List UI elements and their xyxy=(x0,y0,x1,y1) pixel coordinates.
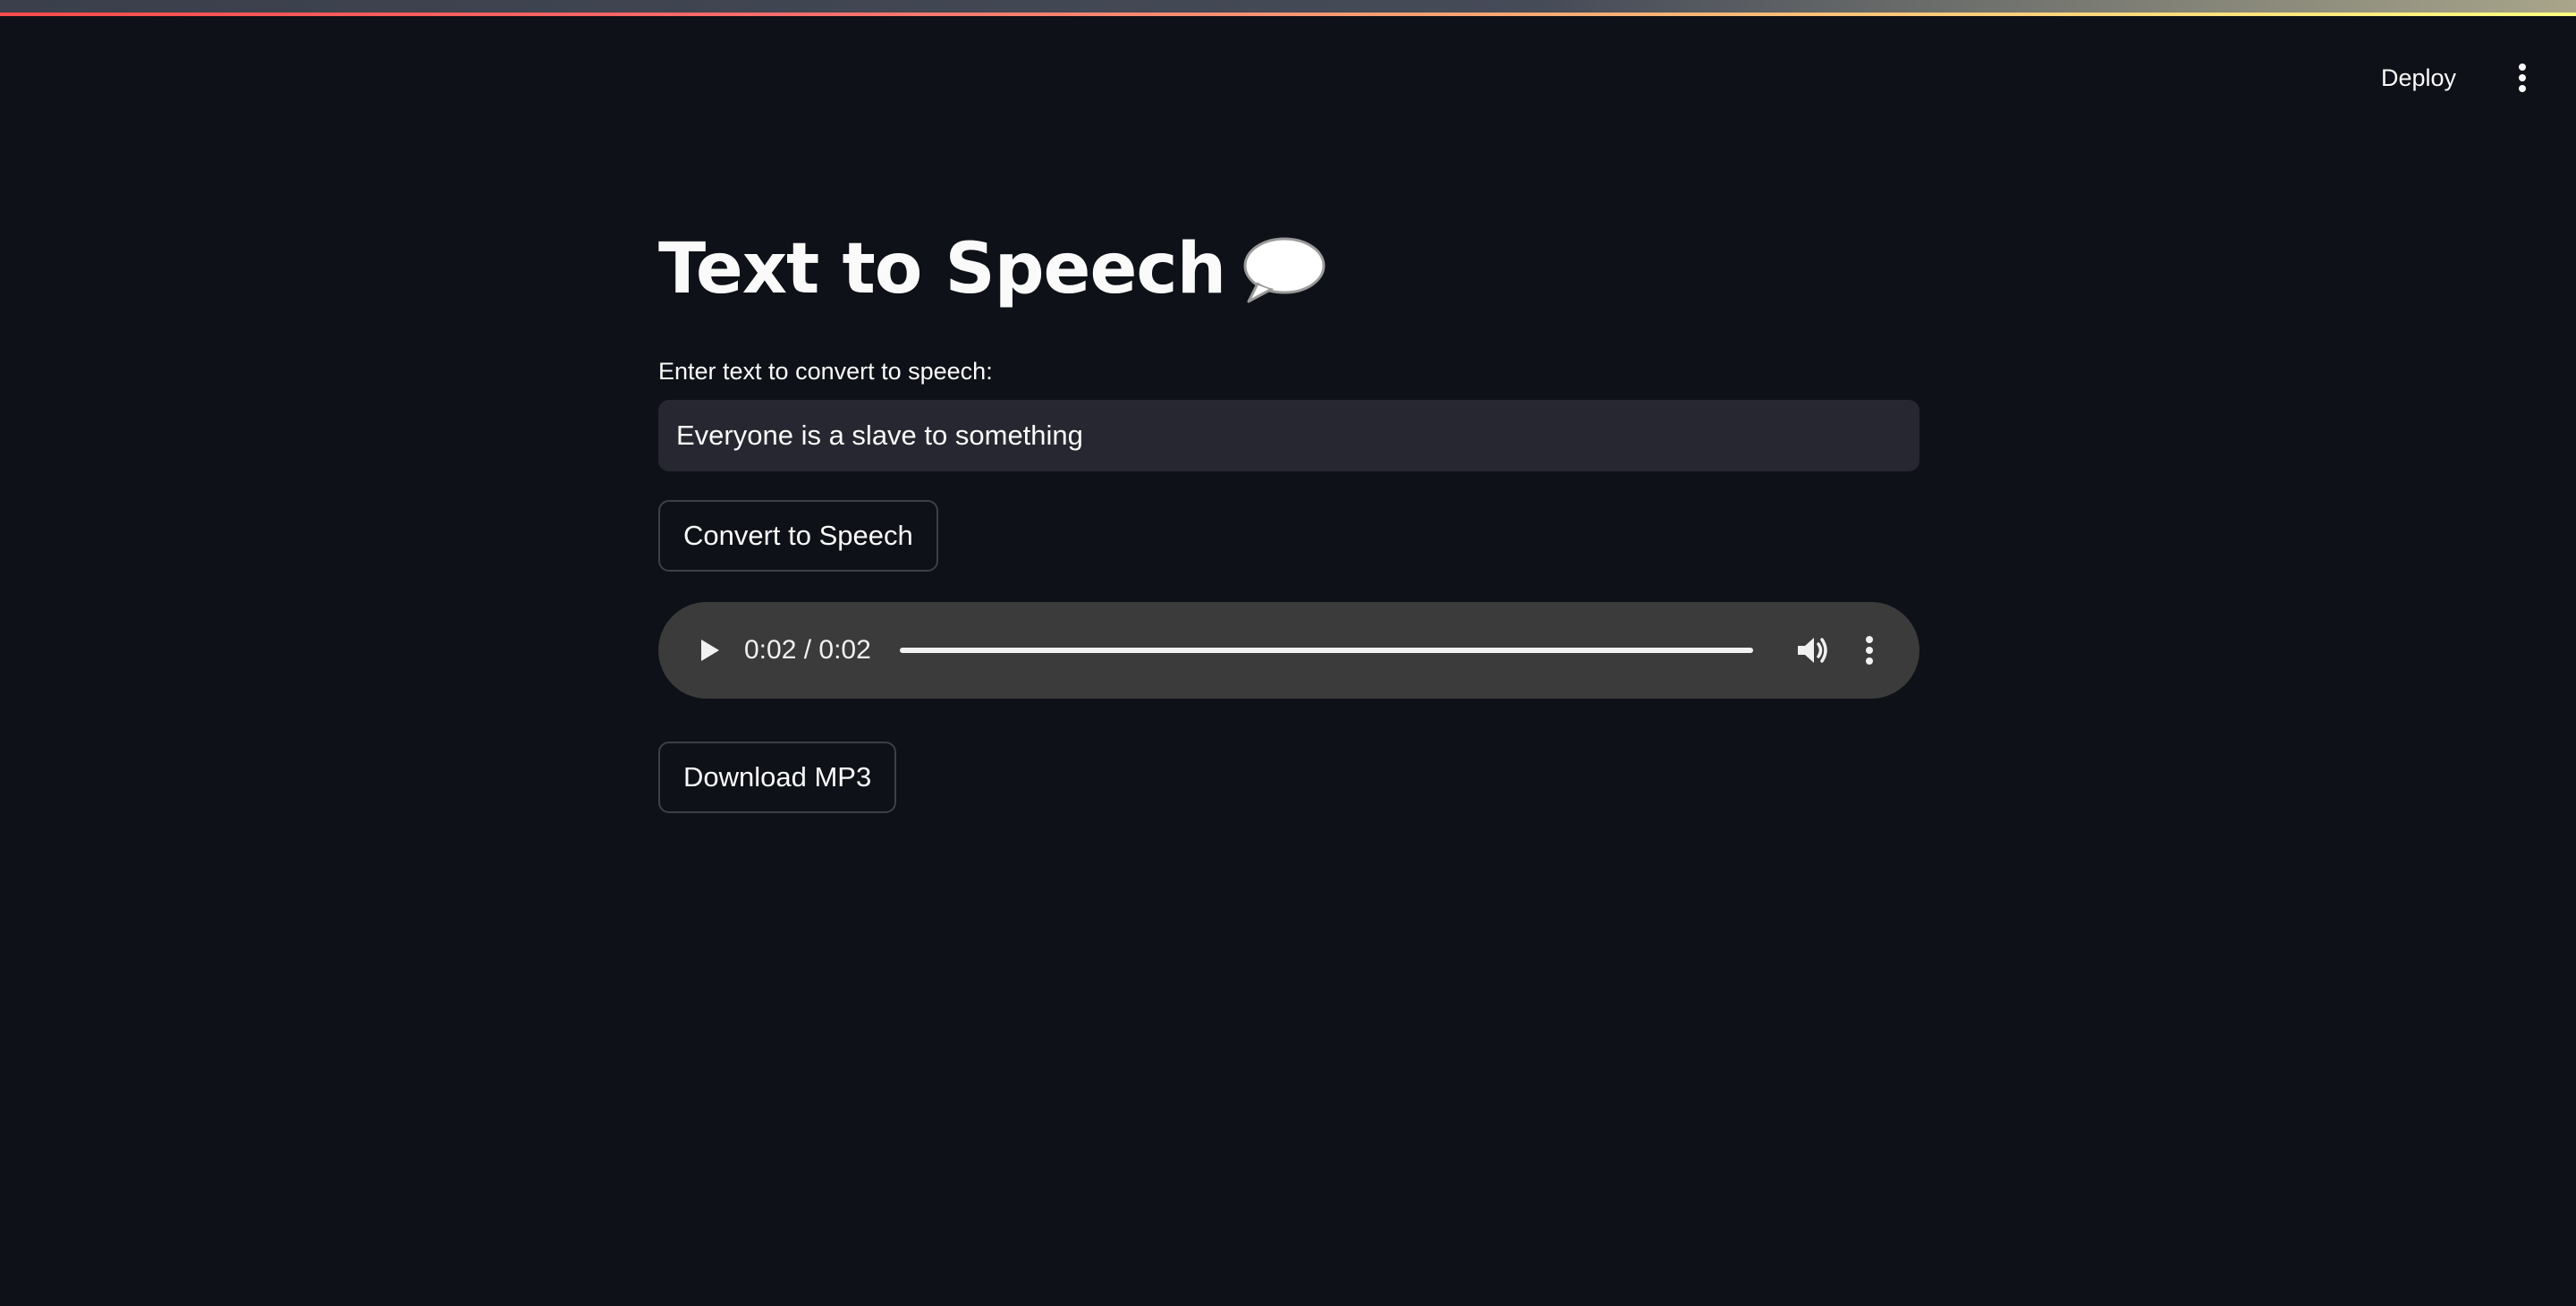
convert-to-speech-button[interactable]: Convert to Speech xyxy=(658,500,938,572)
page-title: Text to Speech xyxy=(658,229,1226,310)
app-toolbar: Deploy xyxy=(2368,54,2540,102)
audio-options-icon[interactable] xyxy=(1852,632,1887,669)
speech-bubble-icon xyxy=(1241,233,1327,305)
text-input-label: Enter text to convert to speech: xyxy=(658,358,993,385)
audio-player: 0:02 / 0:02 xyxy=(658,602,1919,699)
play-icon[interactable] xyxy=(691,632,726,668)
audio-time-display: 0:02 / 0:02 xyxy=(744,635,871,665)
main-menu-icon[interactable] xyxy=(2504,54,2540,102)
deploy-button[interactable]: Deploy xyxy=(2368,57,2469,99)
title-row: Text to Speech xyxy=(658,206,1919,333)
main-content: Text to Speech Enter text to convert to … xyxy=(658,206,1919,813)
app-page: Deploy Text to Speech Enter text to conv… xyxy=(0,0,2576,1306)
audio-progress-bar[interactable] xyxy=(899,648,1753,653)
header-gradient-bar xyxy=(0,0,2576,13)
download-mp3-button[interactable]: Download MP3 xyxy=(658,742,897,813)
speech-text-input[interactable] xyxy=(658,400,1919,471)
volume-icon[interactable] xyxy=(1792,632,1830,669)
audio-progress-fill xyxy=(899,648,1753,653)
